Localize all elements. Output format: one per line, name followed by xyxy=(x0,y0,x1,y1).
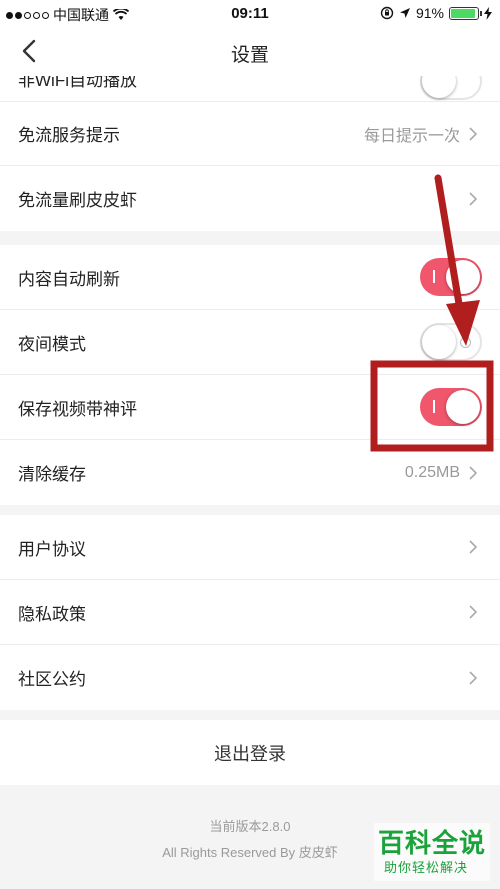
row-label: 保存视频带神评 xyxy=(18,399,137,419)
settings-row-free-flow-tip[interactable]: 免流服务提示 每日提示一次 xyxy=(0,101,500,166)
settings-row-save-video-comment: 保存视频带神评 xyxy=(0,375,500,440)
settings-row-user-agreement[interactable]: 用户协议 xyxy=(0,515,500,580)
chevron-left-icon xyxy=(22,39,36,63)
toggle-knob xyxy=(446,390,480,424)
chevron-right-icon xyxy=(469,126,478,141)
settings-row-privacy-policy[interactable]: 隐私政策 xyxy=(0,580,500,645)
page-title: 设置 xyxy=(230,45,269,66)
battery-fill xyxy=(451,8,475,18)
chevron-right-icon xyxy=(469,191,478,206)
status-right: 91% xyxy=(380,5,492,21)
toggle-off-mark xyxy=(460,337,471,348)
settings-row-clear-cache[interactable]: 清除缓存 0.25MB xyxy=(0,440,500,505)
toggle-knob xyxy=(446,260,480,294)
settings-group-legal: 用户协议 隐私政策 社区公约 xyxy=(0,515,500,710)
chevron-right-icon xyxy=(469,465,478,480)
row-label: 免流量刷皮皮虾 xyxy=(18,191,137,210)
battery-icon xyxy=(449,6,482,20)
chevron-right-icon xyxy=(469,605,478,619)
toggle-on-mark xyxy=(433,400,435,413)
row-label: 社区公约 xyxy=(18,670,86,689)
row-label: 隐私政策 xyxy=(18,604,86,624)
row-value-area xyxy=(468,580,478,644)
auto-refresh-toggle[interactable] xyxy=(420,258,482,296)
chevron-right-icon xyxy=(469,670,478,685)
settings-row-night-mode: 夜间模式 xyxy=(0,310,500,375)
row-value-area xyxy=(468,166,478,231)
row-label: 内容自动刷新 xyxy=(18,269,120,289)
chevron-right-icon xyxy=(469,540,478,554)
row-value: 每日提示一次 xyxy=(363,127,460,145)
settings-row-free-flow-brush[interactable]: 免流量刷皮皮虾 xyxy=(0,166,500,231)
toggle-knob xyxy=(422,325,456,359)
rotation-lock-icon xyxy=(380,6,394,20)
watermark-title: 百科全说 xyxy=(378,828,487,858)
watermark-subtitle: 助你轻松解决 xyxy=(384,860,469,875)
partial-toggle[interactable] xyxy=(420,76,482,100)
partial-row-label: 非WiFi自动播放 xyxy=(18,76,137,90)
settings-group-playback: 非WiFi自动播放 免流服务提示 每日提示一次 免流量刷皮皮虾 xyxy=(0,76,500,231)
night-mode-toggle[interactable] xyxy=(420,323,482,361)
settings-row-community-rules[interactable]: 社区公约 xyxy=(0,645,500,710)
row-value-area: 每日提示一次 xyxy=(364,102,478,165)
cache-size-value: 0.25MB xyxy=(404,463,460,481)
nav-bar: 设置 xyxy=(0,26,500,76)
battery-percent: 91% xyxy=(415,5,444,21)
back-button[interactable] xyxy=(12,34,46,68)
charging-bolt-icon xyxy=(484,6,492,20)
row-value-area xyxy=(468,515,478,579)
settings-row-auto-refresh: 内容自动刷新 xyxy=(0,245,500,310)
logout-button[interactable]: 退出登录 xyxy=(0,720,500,785)
row-label: 夜间模式 xyxy=(18,334,86,354)
toggle-knob xyxy=(422,76,456,98)
save-video-comment-toggle[interactable] xyxy=(420,388,482,426)
settings-group-general: 内容自动刷新 夜间模式 保存视频带神评 清除缓存 0.25MB xyxy=(0,245,500,505)
row-label: 免流服务提示 xyxy=(18,126,120,145)
status-bar: 中国联通 09:11 91% xyxy=(0,0,500,26)
row-value-area: 0.25MB xyxy=(405,440,478,505)
row-label: 清除缓存 xyxy=(18,465,86,484)
watermark-logo: 百科全说 助你轻松解决 xyxy=(374,823,490,881)
row-value-area xyxy=(468,645,478,710)
location-arrow-icon xyxy=(399,8,410,18)
toggle-on-mark xyxy=(433,270,435,283)
row-label: 用户协议 xyxy=(18,539,86,559)
partial-settings-row[interactable]: 非WiFi自动播放 xyxy=(0,76,500,101)
